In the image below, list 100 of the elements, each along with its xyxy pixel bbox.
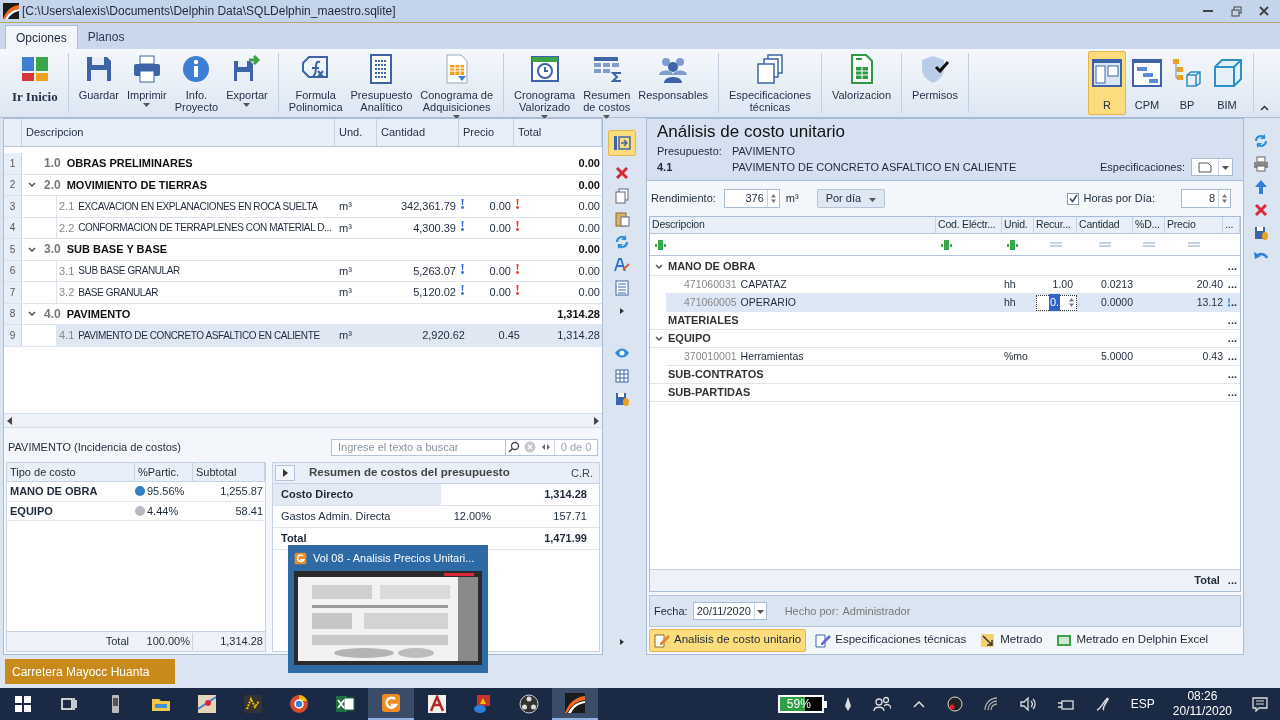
refresh-icon [614,234,630,250]
ribbon-button[interactable]: Presupuesto Analítico [346,49,417,117]
view-tab[interactable]: Analisis de costo unitario [649,628,807,652]
column-header[interactable]: Descripcion [22,119,335,146]
table-row[interactable]: SUB-CONTRATOS ... [650,366,1240,384]
column-header[interactable]: ... [1223,217,1240,233]
ribbon-button[interactable]: Formula Polinomica [284,49,347,117]
table-row[interactable]: 370010001 Herramientas %mo 5.0000 0.43 ... [666,348,1240,366]
text-filter-icon [654,239,666,250]
chevron-down-icon[interactable] [655,264,663,269]
more-button[interactable]: ... [1227,312,1240,329]
more-button[interactable]: ... [1227,366,1240,383]
column-header[interactable]: Precio [459,119,514,146]
search-field[interactable]: Ingrese el texto a buscar [331,438,506,456]
table-row[interactable]: 3 2.1 EXCAVACION EN EXPLANACIONES EN ROCA SUELTA m³ 342,361.79 0.00 0.00 [4,196,602,218]
table-row[interactable]: 6 3.1 SUB BASE GRANULAR m³ 5,263.07 0.00 0.00 [4,260,602,282]
column-header[interactable]: Descripcion [650,217,936,233]
more-button[interactable]: ... [1227,348,1237,365]
pen-icon [842,696,853,712]
column-header[interactable]: Unid. [1002,217,1034,233]
language-indicator[interactable]: ESP [1130,695,1155,713]
view-button[interactable]: CPM [1128,51,1166,115]
ribbon-button[interactable]: Valorizacion [827,49,896,117]
table-row[interactable]: SUB-PARTIDAS ... [650,384,1240,402]
view-tab[interactable]: Especificaciones técnicas [810,628,972,652]
window-preview-tooltip[interactable]: Vol 08 - Analisis Precios Unitari... [288,545,488,673]
more-button[interactable]: ... [1227,276,1237,293]
view-tab[interactable]: Metrado en Delphin Excel [1051,628,1214,652]
notification-icon [1252,696,1268,712]
period-dropdown[interactable]: Por día [816,189,886,208]
column-header[interactable]: Cantidad [377,119,459,146]
ribbon-button[interactable]: Responsables [634,49,713,117]
column-header[interactable]: Tipo de costo [7,463,135,481]
table-row[interactable]: 1 1.0 OBRAS PRELIMINARES 0.00 [4,153,602,175]
column-header[interactable]: %D... [1133,217,1165,233]
column-header[interactable]: %Partic. [135,463,193,481]
view-tab[interactable]: Metrado [975,628,1048,652]
taskbar-button[interactable] [552,688,598,720]
chevron-down-icon[interactable] [28,182,36,188]
more-button[interactable]: ... [1227,258,1240,275]
ribbon-button[interactable]: Permisos [908,49,962,117]
column-header[interactable]: Recur... [1034,217,1077,233]
chevron-down-icon[interactable] [28,311,36,317]
ribbon-button[interactable]: Info. Proyecto [170,49,223,117]
table-row[interactable]: 2 2.0 MOVIMIENTO DE TIERRAS 0.00 [4,174,602,196]
chevron-down-icon[interactable] [28,246,36,252]
more-button[interactable]: ... [1227,572,1237,589]
table-row[interactable]: Gastos Admin. Directa 12.00% 157.71 [273,506,599,528]
view-button[interactable]: BIM [1208,51,1246,115]
expand-button[interactable] [275,465,295,481]
ribbon-tab[interactable]: Planos [77,25,135,49]
date-picker[interactable]: 20/11/2020 [692,602,767,620]
ribbon-button[interactable]: Exportar [222,49,272,117]
table-row[interactable]: EQUIPO ... [650,330,1240,348]
table-row[interactable]: 4 2.2 CONFORMACION DE TERRAPLENES CON MATERIAL D... m³ 4,300.39 0.00 0.00 [4,217,602,239]
column-header[interactable]: Total [514,119,602,146]
group-title: OBRAS PRELIMINARES [66,156,193,171]
row-code: 4.1 [59,328,75,343]
marker-icon [515,220,520,232]
table-row[interactable]: MATERIALES ... [650,312,1240,330]
column-header[interactable]: Precio [1165,217,1223,233]
resource-spinner[interactable]: 0. [1036,294,1077,311]
table-row[interactable]: 7 3.2 BASE GRANULAR m³ 5,120.02 0.00 0.00 [4,282,602,304]
hours-spinner[interactable]: 8 [1181,189,1231,208]
column-header[interactable]: Und. [335,119,377,146]
pencil-document-icon [654,632,670,648]
text-edit-icon [614,257,630,273]
table-row[interactable]: 471060005 OPERARIO hh 0. 0.0000 13.12 .. [666,294,1240,312]
swirl-app-icon [294,551,307,565]
collapse-ribbon-icon[interactable] [1260,105,1269,111]
check-icon [1068,194,1078,203]
ribbon-button[interactable]: Resumen de costos [579,49,635,117]
more-button[interactable]: ... [1227,384,1240,401]
column-header[interactable]: Cod. Eléctr... [936,217,1002,233]
column-header[interactable]: Subtotal [193,463,265,481]
marker-icon [515,285,520,296]
column-header[interactable]: Cantidad [1077,217,1133,233]
ribbon-tab[interactable]: Opciones [5,25,78,49]
panel-arrow-icon[interactable] [613,135,631,151]
yield-spinner[interactable]: 376 [723,189,780,208]
table-row[interactable]: 5 3.0 SUB BASE Y BASE 0.00 [4,239,602,261]
checkbox[interactable] [1067,192,1080,205]
more-button[interactable]: .. [1230,294,1237,311]
table-row[interactable]: 9 4.1 PAVIMENTO DE CONCRETO ASFALTICO EN CALIENTE m³ 2,920.62 0.45 1,314.28 [4,325,602,347]
ribbon-button[interactable]: Especificaciones técnicas [725,49,815,117]
view-button[interactable]: BP [1168,51,1206,115]
table-row[interactable]: MANO DE OBRA ... [650,258,1240,276]
taskbar-button[interactable] [368,688,414,720]
ribbon-button[interactable]: Cronograma Valorizado [510,49,580,117]
table-row[interactable]: Costo Directo 1,314.28 [273,484,599,506]
horizontal-scrollbar[interactable] [4,413,602,428]
chevron-down-icon[interactable] [655,336,663,341]
ribbon-button[interactable]: Ir Inicio [8,49,62,117]
more-button[interactable]: ... [1227,330,1240,347]
ribbon-button[interactable]: Imprimir [123,49,171,117]
table-cell-text: m³ [339,199,352,214]
item-code: 4.1 [657,159,674,175]
view-button[interactable]: R [1088,51,1126,115]
specs-dropdown[interactable] [1191,158,1233,176]
ribbon-button[interactable]: Guardar [74,49,123,117]
